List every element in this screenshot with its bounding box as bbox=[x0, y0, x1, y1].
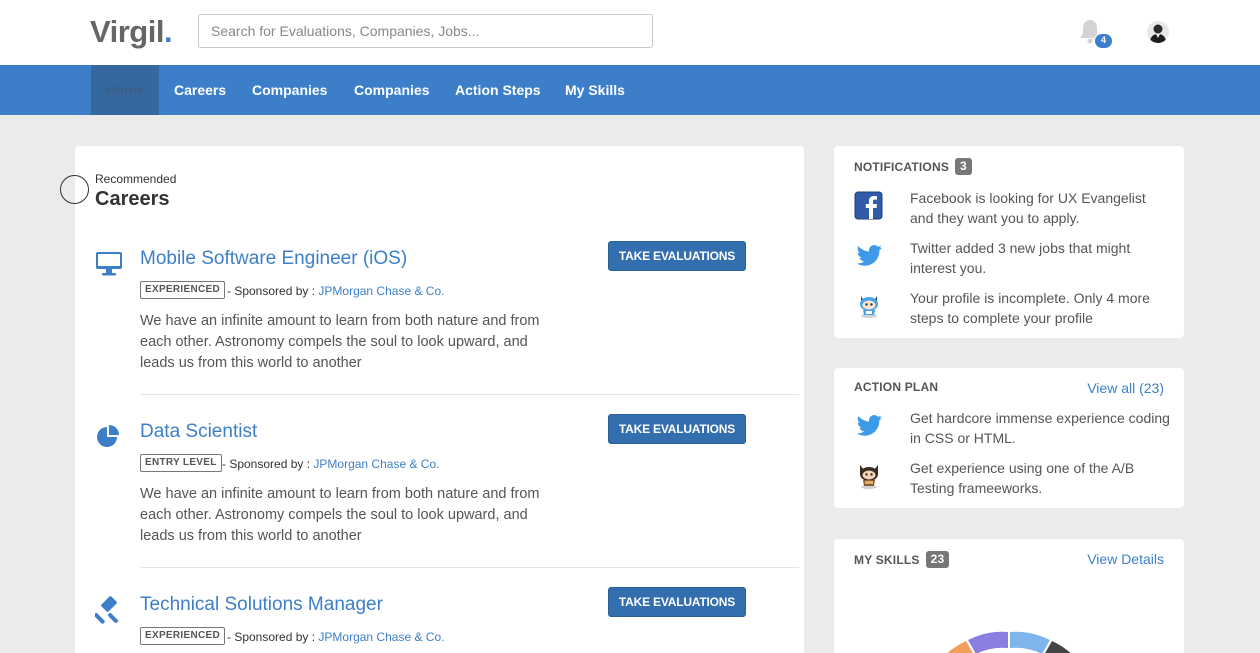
skills-chart-segment bbox=[1010, 631, 1050, 653]
pie-chart-icon bbox=[97, 425, 119, 447]
top-header: Virgil. 4 bbox=[0, 0, 1260, 65]
nav-my-skills[interactable]: My Skills bbox=[565, 65, 625, 115]
sponsor-link[interactable]: JPMorgan Chase & Co. bbox=[318, 630, 444, 644]
search-input[interactable] bbox=[198, 14, 653, 48]
career-item: Mobile Software Engineer (iOS) EXPERIENC… bbox=[75, 241, 804, 421]
skills-chart-segment bbox=[968, 631, 1008, 653]
action-plan-item[interactable]: Get hardcore immense experience coding i… bbox=[854, 408, 1174, 452]
sponsor-link[interactable]: JPMorgan Chase & Co. bbox=[313, 457, 439, 471]
notification-item[interactable]: Twitter added 3 new jobs that might inte… bbox=[854, 238, 1174, 282]
notifications-panel: NOTIFICATIONS 3 Facebook is looking for U… bbox=[834, 146, 1184, 338]
notification-text: Twitter added 3 new jobs that might inte… bbox=[910, 240, 1131, 276]
sponsor-link[interactable]: JPMorgan Chase & Co. bbox=[318, 284, 444, 298]
octocat-icon bbox=[860, 465, 878, 489]
my-skills-heading: MY SKILLS 23 bbox=[854, 551, 950, 568]
recommended-label: Recommended bbox=[95, 172, 177, 186]
sponsored-by: - Sponsored by : JPMorgan Chase & Co. bbox=[227, 630, 445, 644]
nav-action-steps[interactable]: Action Steps bbox=[455, 65, 541, 115]
career-description: We have an infinite amount to learn from… bbox=[140, 486, 540, 544]
gavel-icon bbox=[95, 596, 119, 624]
level-tag: EXPERIENCED bbox=[140, 627, 225, 645]
my-skills-count-badge: 23 bbox=[925, 551, 950, 568]
action-plan-heading: ACTION PLAN bbox=[854, 380, 939, 394]
virgil-logo[interactable]: Virgil. bbox=[90, 14, 173, 50]
main-nav: Home Careers Companies Companies Action … bbox=[0, 65, 1260, 115]
skills-chart-segment bbox=[1045, 641, 1071, 653]
action-plan-text: Get hardcore immense experience coding i… bbox=[910, 410, 1170, 446]
level-tag: EXPERIENCED bbox=[140, 281, 225, 299]
career-item: Data Scientist ENTRY LEVEL - Sponsored b… bbox=[75, 414, 804, 594]
view-details-link[interactable]: View Details bbox=[1087, 551, 1164, 567]
my-skills-panel: MY SKILLS 23 View Details bbox=[834, 539, 1184, 653]
nav-companies-2[interactable]: Companies bbox=[354, 65, 429, 115]
skills-donut-chart bbox=[947, 631, 1071, 653]
career-item: Technical Solutions Manager EXPERIENCED … bbox=[75, 587, 804, 653]
notification-text: Your profile is incomplete. Only 4 more … bbox=[910, 290, 1150, 326]
action-plan-item[interactable]: Get experience using one of the A/B Test… bbox=[854, 458, 1174, 502]
nav-companies[interactable]: Companies bbox=[252, 65, 327, 115]
action-plan-text: Get experience using one of the A/B Test… bbox=[910, 460, 1135, 496]
take-evaluations-button[interactable]: TAKE EVALUATIONS bbox=[608, 414, 746, 444]
nav-careers[interactable]: Careers bbox=[174, 65, 226, 115]
user-avatar[interactable] bbox=[1147, 21, 1169, 43]
action-plan-panel: ACTION PLAN View all (23) Get hardcore i… bbox=[834, 368, 1184, 508]
sponsored-by: - Sponsored by : JPMorgan Chase & Co. bbox=[227, 284, 445, 298]
notification-item[interactable]: Your profile is incomplete. Only 4 more … bbox=[854, 288, 1174, 332]
facebook-icon bbox=[854, 191, 883, 220]
section-circle-marker bbox=[60, 175, 89, 204]
careers-heading: Careers bbox=[95, 188, 170, 210]
career-title[interactable]: Technical Solutions Manager bbox=[140, 594, 383, 616]
notification-text: Facebook is looking for UX Evangelist an… bbox=[910, 190, 1146, 226]
level-tag: ENTRY LEVEL bbox=[140, 454, 222, 472]
twitter-icon bbox=[856, 415, 882, 436]
career-title[interactable]: Data Scientist bbox=[140, 421, 257, 443]
divider bbox=[140, 567, 799, 568]
notification-item[interactable]: Facebook is looking for UX Evangelist an… bbox=[854, 188, 1174, 232]
sponsored-by: - Sponsored by : JPMorgan Chase & Co. bbox=[222, 457, 440, 471]
view-all-link[interactable]: View all (23) bbox=[1087, 380, 1164, 396]
divider bbox=[140, 394, 799, 395]
career-description: We have an infinite amount to learn from… bbox=[140, 313, 540, 371]
take-evaluations-button[interactable]: TAKE EVALUATIONS bbox=[608, 587, 746, 617]
twitter-icon bbox=[856, 245, 882, 266]
skills-chart-segment bbox=[947, 641, 973, 653]
notifications-heading: NOTIFICATIONS 3 bbox=[854, 158, 972, 175]
notifications-count-badge: 3 bbox=[955, 158, 972, 175]
career-title[interactable]: Mobile Software Engineer (iOS) bbox=[140, 248, 407, 270]
octocat-icon bbox=[860, 296, 878, 318]
take-evaluations-button[interactable]: TAKE EVALUATIONS bbox=[608, 241, 746, 271]
desktop-icon bbox=[96, 252, 122, 276]
nav-home[interactable]: Home bbox=[91, 65, 159, 115]
notification-count-badge: 4 bbox=[1094, 33, 1113, 49]
